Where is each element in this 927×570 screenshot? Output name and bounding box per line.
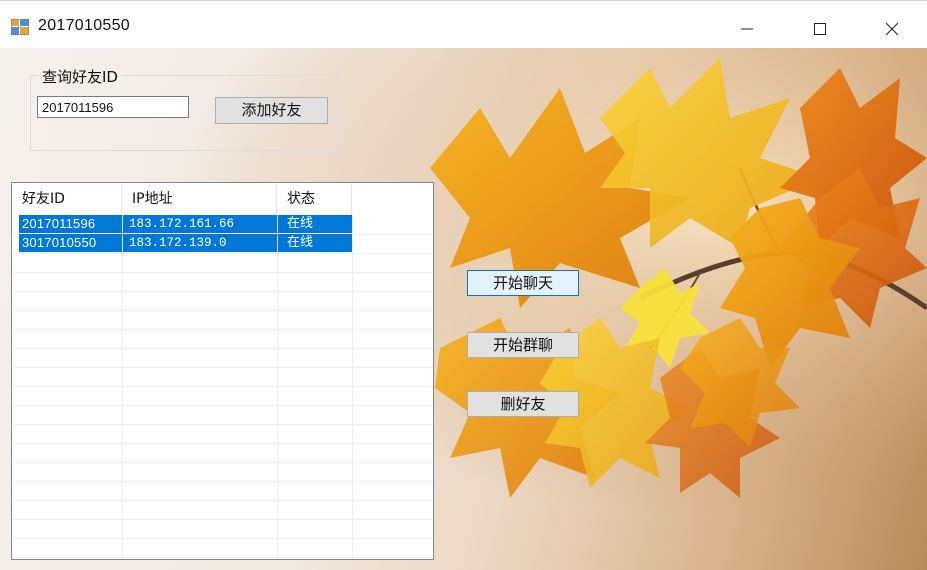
friends-listview[interactable]: 好友ID IP地址 状态 2017011596 183.172.161.66 在… (11, 182, 434, 560)
query-friend-groupbox: 查询好友ID 添加好友 (30, 66, 338, 151)
start-group-chat-button[interactable]: 开始群聊 (467, 332, 579, 358)
status-cell: 在线 (287, 235, 314, 250)
app-window: 2017010550 查询好友ID 2017011596 添加好友 好友ID I… (0, 0, 927, 570)
close-icon (885, 22, 899, 36)
ip-cell: 183.172.139.0 (129, 236, 227, 250)
friend-row[interactable]: 2017011596 183.172.161.66 在线 (19, 215, 352, 233)
listview-header: 好友ID IP地址 状态 (12, 183, 433, 215)
query-friend-legend: 查询好友ID (39, 66, 121, 87)
row-separator (122, 215, 123, 233)
ip-cell: 183.172.161.66 (129, 217, 235, 231)
add-friend-button[interactable]: 添加好友 (215, 97, 328, 124)
minimize-icon (741, 28, 753, 30)
maximize-button[interactable] (797, 11, 843, 47)
column-header-ip[interactable]: IP地址 (122, 183, 277, 215)
window-title: 2017010550 (38, 17, 130, 34)
maximize-icon (814, 23, 826, 35)
listview-gridlines (12, 215, 433, 559)
row-separator (277, 234, 278, 252)
status-cell: 在线 (287, 216, 314, 231)
app-icon (11, 19, 29, 35)
column-header-friend-id[interactable]: 好友ID (12, 183, 122, 215)
friend-id-input[interactable] (37, 96, 189, 118)
friend-id-cell: 3017010550 (22, 235, 97, 250)
client-area: 查询好友ID 添加好友 好友ID IP地址 状态 (0, 48, 927, 570)
row-separator (122, 234, 123, 252)
delete-friend-button[interactable]: 删好友 (467, 391, 579, 417)
row-separator (277, 215, 278, 233)
column-header-status[interactable]: 状态 (277, 183, 352, 215)
friend-id-cell: 2017011596 (22, 216, 96, 231)
friend-row[interactable]: 3017010550 183.172.139.0 在线 (19, 234, 352, 252)
minimize-button[interactable] (724, 11, 770, 47)
close-button[interactable] (869, 11, 915, 47)
start-chat-button[interactable]: 开始聊天 (467, 270, 579, 296)
title-bar[interactable]: 2017010550 (0, 0, 927, 49)
